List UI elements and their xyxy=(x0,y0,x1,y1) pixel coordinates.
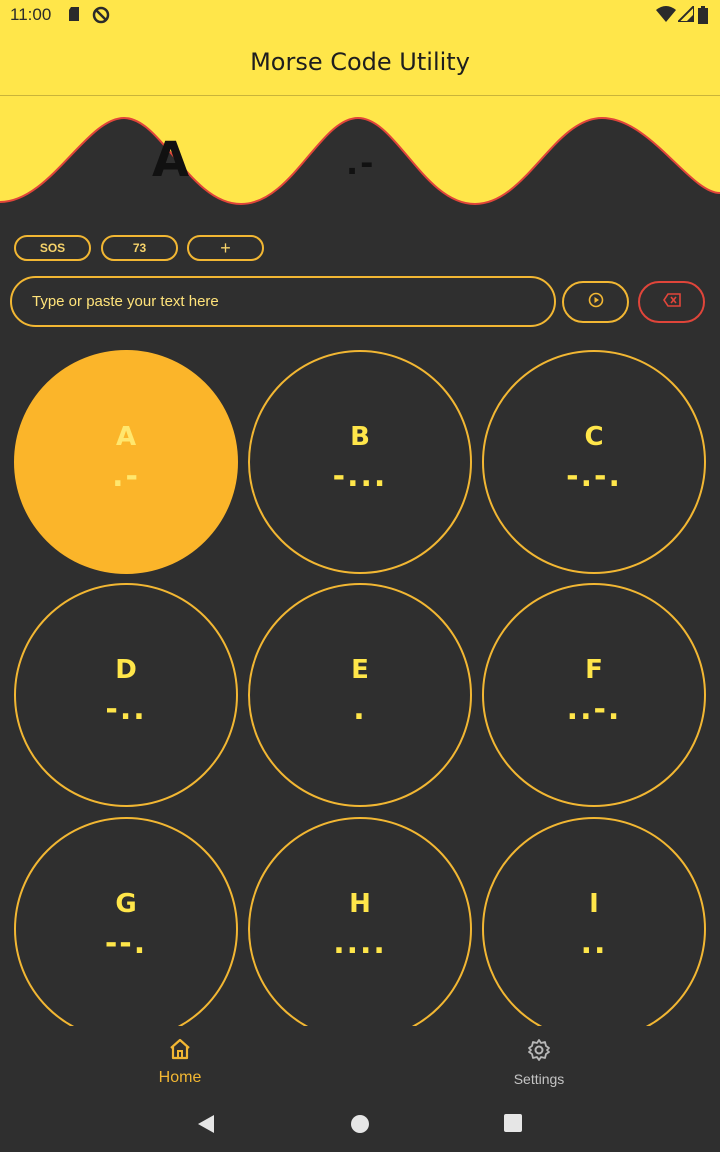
letter-key-g[interactable]: G --. xyxy=(14,817,238,1026)
key-code: -.-. xyxy=(566,459,622,494)
page-title: Morse Code Utility xyxy=(250,48,470,76)
letter-key-a[interactable]: A .- xyxy=(14,350,238,574)
nav-settings[interactable]: Settings xyxy=(479,1038,599,1087)
app-bar: Morse Code Utility xyxy=(0,32,720,96)
wave-header: A .- xyxy=(0,96,720,208)
key-letter: B xyxy=(350,422,370,452)
back-icon[interactable] xyxy=(197,1114,215,1139)
key-letter: F xyxy=(585,655,603,685)
letter-key-h[interactable]: H .... xyxy=(248,817,472,1026)
key-letter: H xyxy=(349,889,371,919)
key-code: .- xyxy=(112,459,140,494)
nav-home-label: Home xyxy=(158,1069,202,1086)
recents-icon[interactable] xyxy=(504,1114,522,1137)
signal-icon xyxy=(675,3,695,27)
chip-73[interactable]: 73 xyxy=(101,235,178,261)
status-bar: 11:00 xyxy=(0,0,720,32)
key-letter: I xyxy=(589,889,599,919)
sd-card-icon xyxy=(68,6,82,27)
letter-key-i[interactable]: I .. xyxy=(482,817,706,1026)
key-code: ..-. xyxy=(566,692,622,727)
header-letter: A xyxy=(152,132,190,188)
clear-button[interactable] xyxy=(638,281,705,323)
status-time: 11:00 xyxy=(10,5,52,24)
nav-settings-label: Settings xyxy=(513,1071,565,1087)
add-chip-button[interactable]: + xyxy=(187,235,264,261)
play-button[interactable] xyxy=(562,281,629,323)
home-icon xyxy=(168,1038,192,1065)
nav-home[interactable]: Home xyxy=(120,1038,240,1087)
letter-key-e[interactable]: E . xyxy=(248,583,472,807)
chip-sos[interactable]: SOS xyxy=(14,235,91,261)
key-code: .... xyxy=(333,926,387,961)
key-letter: A xyxy=(115,422,137,452)
header-code: .- xyxy=(346,144,376,182)
key-code: . xyxy=(353,692,367,727)
battery-icon xyxy=(698,6,708,29)
key-letter: G xyxy=(115,889,137,919)
key-code: -.. xyxy=(105,692,147,727)
bottom-navigation: Home Settings xyxy=(0,1026,720,1098)
key-code: --. xyxy=(104,926,148,961)
letter-key-b[interactable]: B -... xyxy=(248,350,472,574)
do-not-disturb-icon xyxy=(92,6,110,29)
letter-key-d[interactable]: D -.. xyxy=(14,583,238,807)
key-letter: C xyxy=(584,422,604,452)
wifi-icon xyxy=(656,6,676,27)
letter-grid: A .- B -... C -.-. D -.. E . F ..-. G --… xyxy=(0,340,720,1026)
play-circle-icon xyxy=(588,292,604,313)
key-letter: D xyxy=(115,655,137,685)
gear-icon xyxy=(527,1038,551,1067)
backspace-icon xyxy=(662,292,681,312)
key-code: -... xyxy=(332,459,388,494)
home-circle-icon[interactable] xyxy=(350,1114,370,1139)
letter-key-c[interactable]: C -.-. xyxy=(482,350,706,574)
system-navigation-bar xyxy=(0,1098,720,1152)
letter-key-f[interactable]: F ..-. xyxy=(482,583,706,807)
key-letter: E xyxy=(351,655,369,685)
text-input-placeholder: Type or paste your text here xyxy=(32,293,219,310)
key-code: .. xyxy=(580,926,608,961)
text-input[interactable]: Type or paste your text here xyxy=(10,276,556,327)
